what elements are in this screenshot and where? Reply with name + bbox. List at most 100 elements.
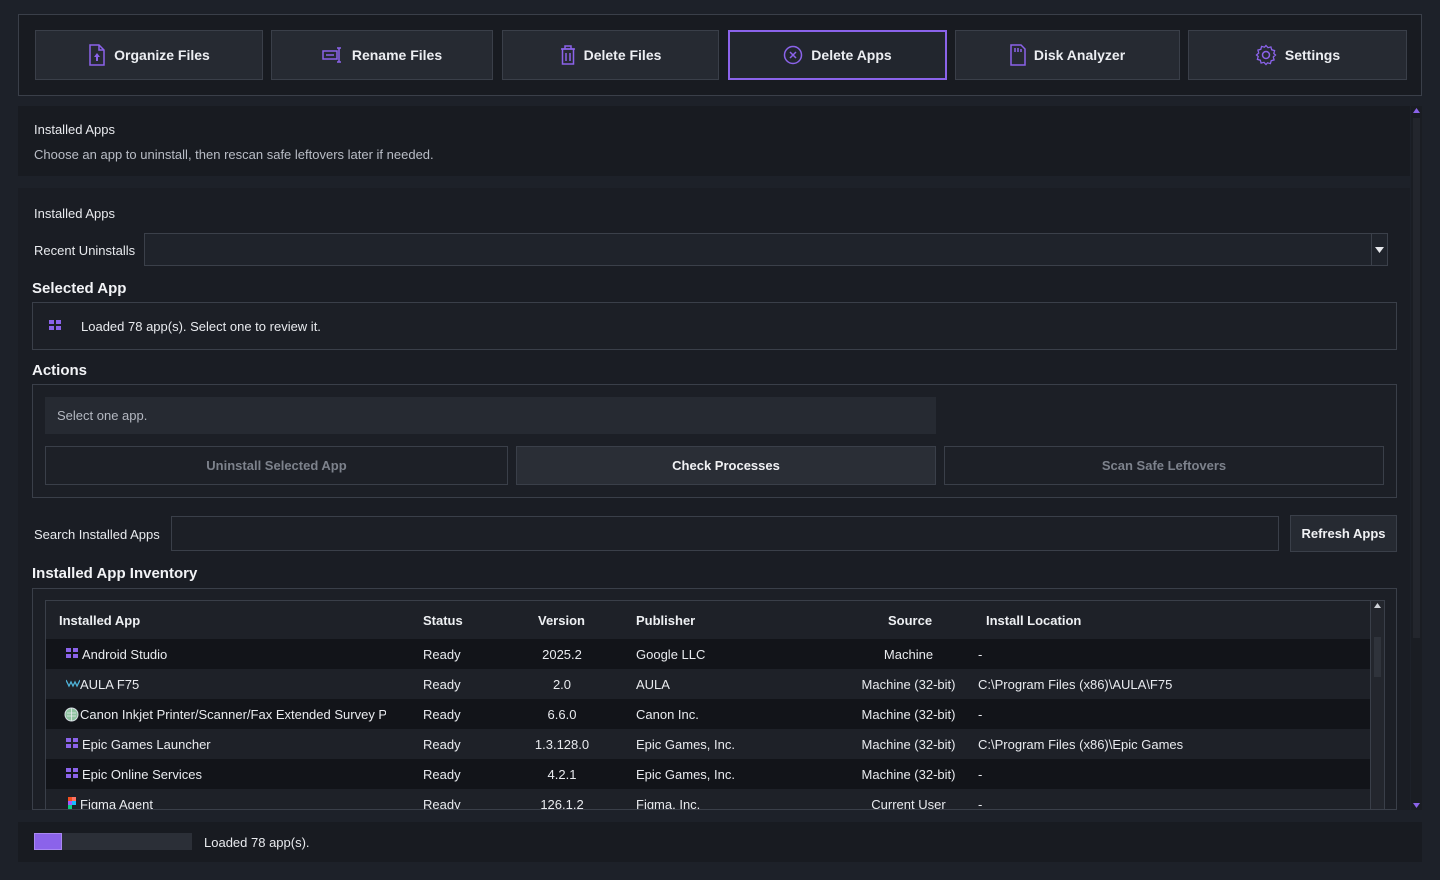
cell-app: Epic Online Services (82, 767, 202, 782)
actions-title: Actions (32, 362, 88, 379)
page-title: Installed Apps (34, 122, 115, 137)
cell-status: Ready (423, 767, 461, 782)
col-version[interactable]: Version (538, 613, 585, 628)
scroll-up-icon[interactable] (1413, 108, 1420, 113)
tab-disk-analyzer[interactable]: Disk Analyzer (955, 30, 1180, 80)
table-row[interactable]: Epic Online Services Ready 4.2.1 Epic Ga… (46, 759, 1371, 789)
table-scrollbar[interactable] (1370, 601, 1384, 809)
status-bar: Loaded 78 app(s). (18, 822, 1422, 862)
cell-source: Machine (32-bit) (861, 677, 956, 692)
tab-label: Settings (1284, 47, 1341, 63)
tab-rename-files[interactable]: Rename Files (271, 30, 493, 80)
cell-publisher: Epic Games, Inc. (636, 737, 735, 752)
cell-location: - (978, 797, 983, 810)
refresh-apps-button[interactable]: Refresh Apps (1290, 515, 1397, 552)
tab-label: Delete Files (583, 47, 662, 63)
cell-publisher: Google LLC (636, 647, 706, 662)
cell-version: 4.2.1 (547, 767, 577, 782)
cell-status: Ready (423, 677, 461, 692)
cell-status: Ready (423, 647, 461, 662)
cell-app: AULA F75 (80, 677, 140, 692)
table-row[interactable]: Figma Agent Ready 126.1.2 Figma, Inc. Cu… (46, 789, 1371, 810)
cell-version: 2025.2 (542, 647, 582, 662)
actions-status: Select one app. (45, 397, 936, 434)
cell-version: 126.1.2 (540, 797, 584, 810)
cell-app: Android Studio (82, 647, 168, 662)
tab-delete-apps[interactable]: Delete Apps (728, 30, 947, 80)
trash-icon (560, 45, 576, 65)
grid-icon (66, 737, 80, 751)
table-row[interactable]: AULA F75 Ready 2.0 AULA Machine (32-bit)… (46, 669, 1371, 699)
selected-app-text: Loaded 78 app(s). Select one to review i… (81, 319, 321, 334)
cell-status: Ready (423, 707, 461, 722)
page-header (18, 106, 1410, 176)
cell-location: - (978, 767, 983, 782)
tab-label: Disk Analyzer (1033, 47, 1126, 63)
cell-status: Ready (423, 797, 461, 810)
recent-uninstalls-dropdown[interactable] (144, 233, 1388, 266)
selected-app-title: Selected App (32, 280, 127, 297)
inventory-title: Installed App Inventory (32, 565, 198, 582)
col-publisher[interactable]: Publisher (636, 613, 695, 628)
tab-label: Delete Apps (811, 47, 892, 63)
rename-icon (322, 47, 344, 63)
grid-icon (66, 647, 80, 661)
grid-icon (66, 767, 80, 781)
table-row[interactable]: Epic Games Launcher Ready 1.3.128.0 Epic… (46, 729, 1371, 759)
tab-settings[interactable]: Settings (1188, 30, 1407, 80)
app-table: Installed App Status Version Publisher S… (45, 600, 1385, 810)
tab-label: Rename Files (351, 47, 443, 63)
table-row[interactable]: Canon Inkjet Printer/Scanner/Fax Extende… (46, 699, 1371, 729)
page-scroll-thumb[interactable] (1413, 118, 1420, 638)
page-scrollbar[interactable] (1411, 106, 1422, 810)
col-install-location[interactable]: Install Location (986, 613, 1081, 628)
section-label: Installed Apps (34, 206, 115, 221)
search-input[interactable] (171, 516, 1279, 551)
table-header: Installed App Status Version Publisher S… (46, 601, 1371, 639)
cell-publisher: Epic Games, Inc. (636, 767, 735, 782)
page-subtitle: Choose an app to uninstall, then rescan … (34, 147, 434, 162)
sd-card-icon (1010, 44, 1026, 66)
cell-app: Canon Inkjet Printer/Scanner/Fax Extende… (80, 707, 386, 722)
tab-organize-files[interactable]: Organize Files (35, 30, 263, 80)
progress-bar (34, 833, 192, 850)
status-text: Loaded 78 app(s). (204, 835, 310, 850)
tab-delete-files[interactable]: Delete Files (502, 30, 719, 80)
check-processes-button[interactable]: Check Processes (516, 446, 936, 485)
selected-app-box: Loaded 78 app(s). Select one to review i… (32, 302, 1397, 350)
cell-source: Current User (871, 797, 946, 810)
cell-location: - (978, 647, 983, 662)
scan-safe-leftovers-button[interactable]: Scan Safe Leftovers (944, 446, 1384, 485)
progress-fill (34, 833, 63, 850)
cell-publisher: Figma, Inc. (636, 797, 701, 810)
cell-location: - (978, 707, 983, 722)
chevron-down-icon[interactable] (1371, 234, 1387, 265)
recent-uninstalls-label: Recent Uninstalls (34, 243, 136, 258)
aula-logo-icon (65, 677, 81, 691)
col-status[interactable]: Status (423, 613, 463, 628)
tab-label: Organize Files (114, 47, 210, 63)
cell-location: C:\Program Files (x86)\Epic Games (978, 737, 1184, 752)
cell-source: Machine (32-bit) (861, 707, 956, 722)
col-installed-app[interactable]: Installed App (59, 613, 140, 628)
cell-app: Epic Games Launcher (82, 737, 211, 752)
col-source[interactable]: Source (888, 613, 932, 628)
cell-source: Machine (883, 647, 934, 662)
cell-source: Machine (32-bit) (861, 767, 956, 782)
cell-app: Figma Agent (80, 797, 153, 810)
scroll-up-icon[interactable] (1374, 603, 1381, 608)
file-organize-icon (88, 44, 106, 66)
table-row[interactable]: Android Studio Ready 2025.2 Google LLC M… (46, 639, 1371, 669)
cell-version: 6.6.0 (547, 707, 577, 722)
cell-version: 2.0 (552, 677, 572, 692)
cell-status: Ready (423, 737, 461, 752)
gear-icon (1255, 44, 1277, 66)
scroll-down-icon[interactable] (1413, 803, 1420, 808)
uninstall-selected-button[interactable]: Uninstall Selected App (45, 446, 508, 485)
table-scroll-thumb[interactable] (1374, 637, 1381, 677)
search-label: Search Installed Apps (34, 527, 160, 542)
canon-globe-icon (64, 707, 79, 722)
cell-source: Machine (32-bit) (861, 737, 956, 752)
top-nav: Organize Files Rename Files Delete Files… (18, 14, 1422, 96)
circle-x-icon (783, 45, 803, 65)
